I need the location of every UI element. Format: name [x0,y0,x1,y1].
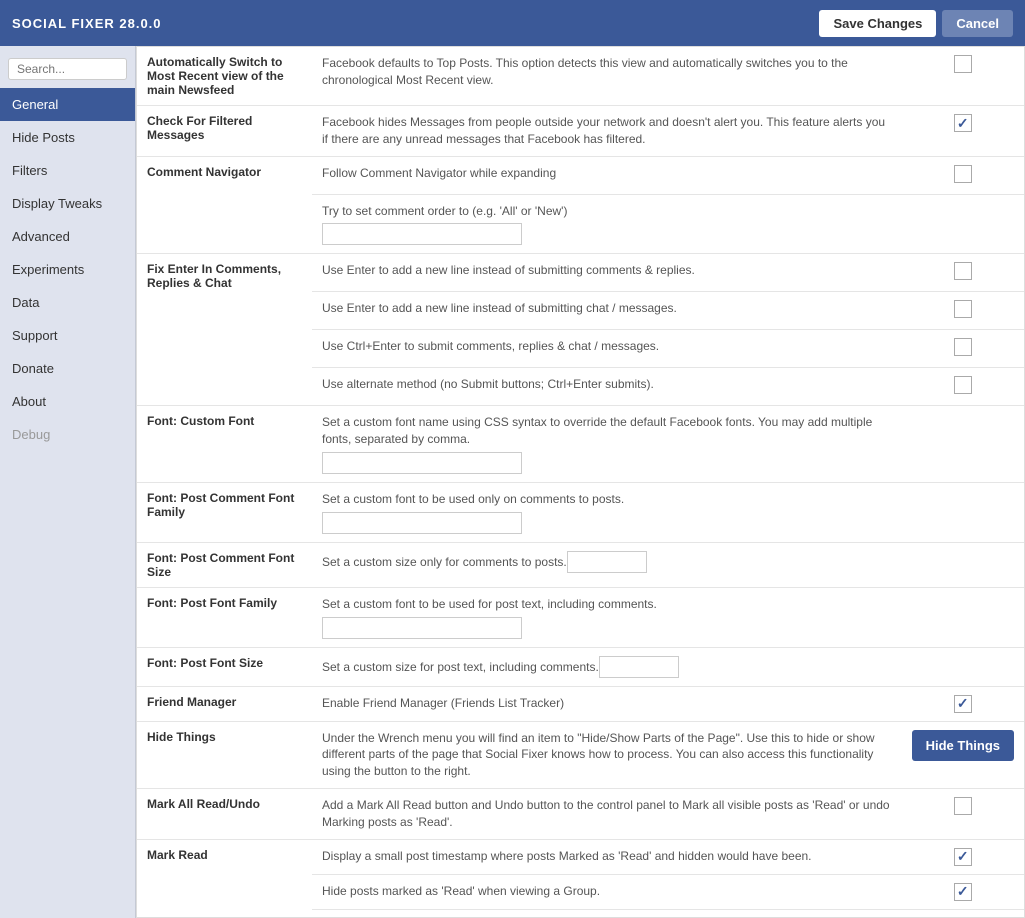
setting-label: Automatically Switch to Most Recent view… [137,47,312,106]
setting-label: Mark Read [137,839,312,918]
setting-label: Fix Enter In Comments, Replies & Chat [137,254,312,406]
table-row: Font: Custom FontSet a custom font name … [137,406,1024,483]
table-row: Fix Enter In Comments, Replies & ChatUse… [137,254,1024,292]
sidebar-item-display-tweaks[interactable]: Display Tweaks [0,187,135,220]
checkbox[interactable] [954,165,972,183]
setting-desc: Add a Mark All Read button and Undo butt… [312,788,902,839]
setting-desc: Use Enter to add a new line instead of s… [312,292,902,330]
table-row: Comment NavigatorFollow Comment Navigato… [137,156,1024,194]
setting-desc: Use alternate method (no Submit buttons;… [312,368,902,406]
app-layout: GeneralHide PostsFiltersDisplay TweaksAd… [0,46,1025,918]
sidebar-item-data[interactable]: Data [0,286,135,319]
setting-desc: Enable Friend Manager (Friends List Trac… [312,686,902,721]
table-row: Font: Post Font FamilySet a custom font … [137,587,1024,647]
hide-things-button[interactable]: Hide Things [912,730,1014,761]
checkbox[interactable] [954,376,972,394]
app-title: SOCIAL FIXER 28.0.0 [12,16,162,31]
checkbox[interactable] [954,114,972,132]
table-row: Automatically Switch to Most Recent view… [137,47,1024,106]
sidebar-item-general[interactable]: General [0,88,135,121]
sidebar-item-advanced[interactable]: Advanced [0,220,135,253]
setting-label: Font: Post Comment Font Family [137,482,312,542]
cancel-button[interactable]: Cancel [942,10,1013,37]
checkbox[interactable] [954,262,972,280]
sidebar-item-experiments[interactable]: Experiments [0,253,135,286]
setting-desc: Hide posts marked as 'Read' when viewing… [312,874,902,909]
setting-label: Friend Manager [137,686,312,721]
sidebar-item-debug[interactable]: Debug [0,418,135,451]
header-buttons: Save Changes Cancel [819,10,1013,37]
sidebar-item-donate[interactable]: Donate [0,352,135,385]
setting-label: Check For Filtered Messages [137,106,312,157]
setting-desc: Display a small post timestamp where pos… [312,839,902,874]
checkbox[interactable] [954,55,972,73]
sidebar-nav: GeneralHide PostsFiltersDisplay TweaksAd… [0,88,135,451]
sidebar-item-hide-posts[interactable]: Hide Posts [0,121,135,154]
sidebar-item-filters[interactable]: Filters [0,154,135,187]
main-content: Automatically Switch to Most Recent view… [136,46,1025,918]
table-row: Hide ThingsUnder the Wrench menu you wil… [137,721,1024,788]
setting-label: Font: Post Font Size [137,647,312,686]
setting-label: Font: Post Font Family [137,587,312,647]
setting-desc: Follow Comment Navigator while expanding [312,156,902,194]
setting-desc: Facebook hides Messages from people outs… [312,106,902,157]
table-row: Mark ReadDisplay a small post timestamp … [137,839,1024,874]
text-input-field[interactable] [322,223,522,245]
setting-label: Comment Navigator [137,156,312,254]
table-row: Font: Post Comment Font FamilySet a cust… [137,482,1024,542]
setting-label: Mark All Read/Undo [137,788,312,839]
setting-label: Font: Custom Font [137,406,312,483]
table-row: Font: Post Comment Font SizeSet a custom… [137,542,1024,587]
settings-table: Automatically Switch to Most Recent view… [137,47,1024,918]
sidebar-item-support[interactable]: Support [0,319,135,352]
setting-desc: Facebook defaults to Top Posts. This opt… [312,47,902,106]
setting-desc: Set a custom size only for comments to p… [312,542,902,587]
setting-desc: Set a custom font to be used for post te… [312,587,902,647]
setting-desc: Try to set comment order to (e.g. 'All' … [312,194,902,254]
search-input[interactable] [8,58,127,80]
table-row: Check For Filtered MessagesFacebook hide… [137,106,1024,157]
text-input-inline-field[interactable] [567,551,647,573]
table-row: Mark All Read/UndoAdd a Mark All Read bu… [137,788,1024,839]
setting-desc: Set a custom font name using CSS syntax … [312,406,902,483]
sidebar-item-about[interactable]: About [0,385,135,418]
checkbox[interactable] [954,883,972,901]
sidebar: GeneralHide PostsFiltersDisplay TweaksAd… [0,46,136,918]
setting-desc: Set a custom size for post text, includi… [312,647,902,686]
setting-label: Font: Post Comment Font Size [137,542,312,587]
checkbox[interactable] [954,338,972,356]
text-input-field[interactable] [322,617,522,639]
setting-desc: Under the Wrench menu you will find an i… [312,721,902,788]
setting-label: Hide Things [137,721,312,788]
checkbox[interactable] [954,848,972,866]
text-input-inline-field[interactable] [599,656,679,678]
header: SOCIAL FIXER 28.0.0 Save Changes Cancel [0,0,1025,46]
text-input-field[interactable] [322,512,522,534]
table-row: Friend ManagerEnable Friend Manager (Fri… [137,686,1024,721]
save-button[interactable]: Save Changes [819,10,936,37]
checkbox[interactable] [954,300,972,318]
table-row: Font: Post Font SizeSet a custom size fo… [137,647,1024,686]
setting-desc: Use Ctrl+Enter to submit comments, repli… [312,330,902,368]
checkbox[interactable] [954,695,972,713]
text-input-field[interactable] [322,452,522,474]
setting-desc: Hide posts marked as 'Read' when viewing… [312,909,902,918]
setting-desc: Set a custom font to be used only on com… [312,482,902,542]
setting-desc: Use Enter to add a new line instead of s… [312,254,902,292]
checkbox[interactable] [954,797,972,815]
